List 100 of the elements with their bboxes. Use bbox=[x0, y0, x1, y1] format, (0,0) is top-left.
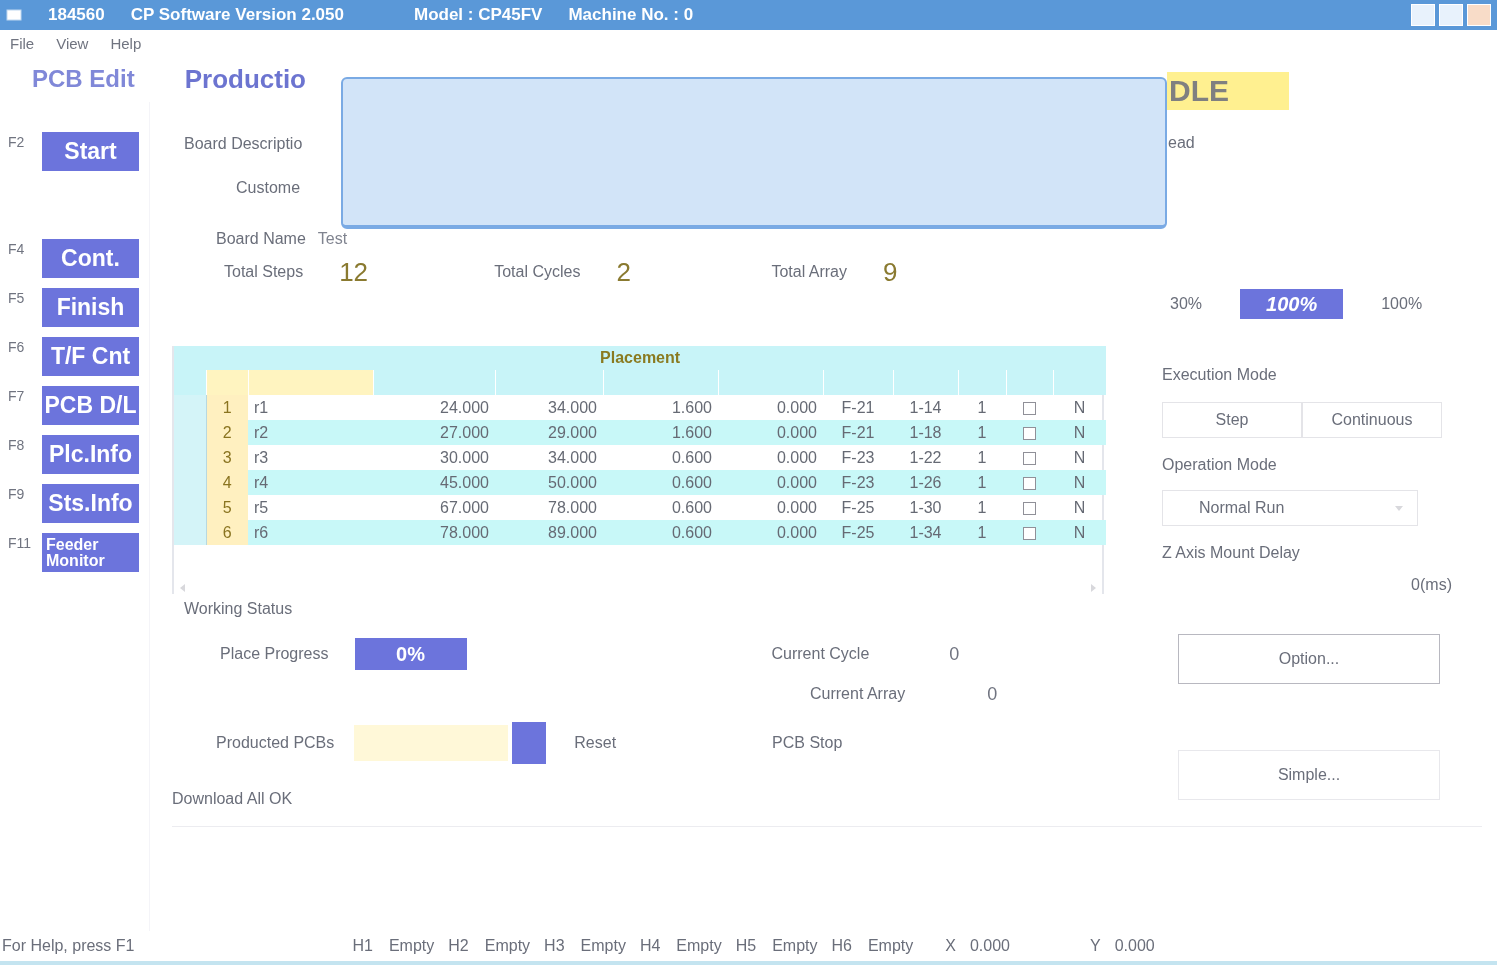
delay-value: 0(ms) bbox=[1411, 576, 1452, 594]
table-cell: 1 bbox=[958, 395, 1006, 420]
table-cell: r1 bbox=[248, 395, 373, 420]
column-header[interactable] bbox=[718, 370, 823, 395]
count-field[interactable] bbox=[354, 725, 509, 761]
column-header[interactable] bbox=[1006, 370, 1053, 395]
table-cell: 1 bbox=[958, 520, 1006, 545]
function-button[interactable]: Sts.Info bbox=[42, 484, 139, 523]
table-cell: F-21 bbox=[823, 420, 893, 445]
function-key-label: F4 bbox=[8, 240, 26, 257]
table-cell: r4 bbox=[248, 470, 373, 495]
group-label: Execution Mode bbox=[1162, 366, 1278, 384]
table-cell: 0.000 bbox=[718, 445, 823, 470]
column-header[interactable] bbox=[206, 370, 248, 395]
maximize-button[interactable] bbox=[1439, 4, 1463, 26]
row-selector[interactable] bbox=[174, 520, 206, 545]
function-button[interactable]: Plc.Info bbox=[42, 435, 139, 474]
function-key-label: F8 bbox=[8, 436, 26, 453]
count-value: 9 bbox=[882, 256, 899, 288]
function-button[interactable]: Feeder Monitor bbox=[42, 533, 139, 572]
field-label: Total Steps bbox=[224, 263, 304, 281]
checkbox[interactable] bbox=[1023, 426, 1036, 440]
column-header[interactable] bbox=[958, 370, 1006, 395]
column-header[interactable] bbox=[373, 370, 495, 395]
table-cell: F-25 bbox=[823, 495, 893, 520]
app-icon bbox=[6, 9, 22, 21]
function-key-label: F11 bbox=[8, 534, 33, 551]
table-cell: 1-14 bbox=[893, 395, 958, 420]
table-cell: 0.600 bbox=[603, 495, 718, 520]
menu-item[interactable]: Help bbox=[110, 34, 142, 52]
table-cell: r5 bbox=[248, 495, 373, 520]
table-title: Placement bbox=[174, 346, 1107, 370]
column-header[interactable] bbox=[603, 370, 718, 395]
table-cell: N bbox=[1053, 470, 1107, 495]
speed-button[interactable]: 30% bbox=[1162, 289, 1211, 319]
checkbox[interactable] bbox=[1023, 476, 1036, 490]
table-cell: 1-30 bbox=[893, 495, 958, 520]
checkbox[interactable] bbox=[1023, 501, 1036, 515]
field-value: Test bbox=[317, 230, 348, 248]
spin-button[interactable] bbox=[512, 722, 547, 764]
table-cell: 34.000 bbox=[495, 395, 603, 420]
function-button[interactable]: Start bbox=[42, 132, 139, 171]
table-cell: N bbox=[1053, 420, 1107, 445]
coordinate-value: 0.000 bbox=[969, 937, 1010, 955]
field-label: Total Cycles bbox=[494, 263, 581, 281]
tab[interactable]: Productio bbox=[184, 63, 306, 95]
speed-button[interactable]: 100% bbox=[1373, 289, 1431, 319]
function-key-label: F5 bbox=[8, 289, 26, 306]
tab[interactable]: PCB Edit bbox=[32, 65, 135, 93]
field-label: Current Cycle bbox=[771, 645, 870, 663]
column-header[interactable] bbox=[174, 370, 206, 395]
caret-icon bbox=[1395, 505, 1403, 511]
function-button[interactable]: T/F Cnt bbox=[42, 337, 139, 376]
simple-button[interactable]: Simple... bbox=[1178, 750, 1440, 800]
scroll-left-icon[interactable] bbox=[180, 584, 186, 592]
close-button[interactable] bbox=[1467, 4, 1491, 26]
window-title: CP Software Version 2.050 bbox=[130, 5, 344, 25]
scroll-right-icon[interactable] bbox=[1090, 584, 1096, 592]
head-status: Empty bbox=[484, 937, 531, 955]
field-label: Place Progress bbox=[220, 645, 329, 663]
mode-button[interactable]: Step bbox=[1162, 402, 1302, 438]
head-label: H6 bbox=[831, 937, 852, 955]
option-button[interactable]: Option... bbox=[1178, 634, 1440, 684]
function-key-label: F9 bbox=[8, 485, 26, 502]
mode-dropdown[interactable]: Normal Run bbox=[1162, 490, 1418, 526]
checkbox[interactable] bbox=[1023, 401, 1036, 415]
function-button[interactable]: Cont. bbox=[42, 239, 139, 278]
minimize-button[interactable] bbox=[1411, 4, 1435, 26]
checkbox[interactable] bbox=[1023, 526, 1036, 540]
row-selector[interactable] bbox=[174, 395, 206, 420]
table-cell: 50.000 bbox=[495, 470, 603, 495]
menu-item[interactable]: View bbox=[56, 34, 89, 52]
table-cell: 0.000 bbox=[718, 395, 823, 420]
table-cell: r3 bbox=[248, 445, 373, 470]
field-label: Producted PCBs bbox=[216, 734, 335, 752]
field-label: Board Descriptio bbox=[184, 135, 303, 153]
column-header[interactable] bbox=[893, 370, 958, 395]
field-label: Current Array bbox=[810, 685, 906, 703]
column-header[interactable] bbox=[1053, 370, 1107, 395]
function-button[interactable]: PCB D/L bbox=[42, 386, 139, 425]
reset-link[interactable]: Reset bbox=[574, 734, 617, 752]
table-cell: 0.000 bbox=[718, 520, 823, 545]
column-header[interactable] bbox=[248, 370, 373, 395]
function-button[interactable]: Finish bbox=[42, 288, 139, 327]
speed-button[interactable]: 100% bbox=[1240, 289, 1344, 319]
checkbox[interactable] bbox=[1023, 451, 1036, 465]
table-cell: 1-22 bbox=[893, 445, 958, 470]
table-cell: 6 bbox=[206, 520, 248, 545]
progress-indicator: 0% bbox=[354, 638, 467, 670]
state-badge: DLE bbox=[1167, 72, 1289, 110]
function-key-label: F6 bbox=[8, 338, 26, 355]
menu-item[interactable]: File bbox=[10, 34, 35, 52]
head-label: H1 bbox=[352, 937, 373, 955]
table-cell: 0.600 bbox=[603, 445, 718, 470]
table-cell: 29.000 bbox=[495, 420, 603, 445]
table-cell: 3 bbox=[206, 445, 248, 470]
column-header[interactable] bbox=[823, 370, 893, 395]
column-header[interactable] bbox=[495, 370, 603, 395]
mode-button[interactable]: Continuous bbox=[1302, 402, 1442, 438]
head-status: Empty bbox=[580, 937, 626, 955]
